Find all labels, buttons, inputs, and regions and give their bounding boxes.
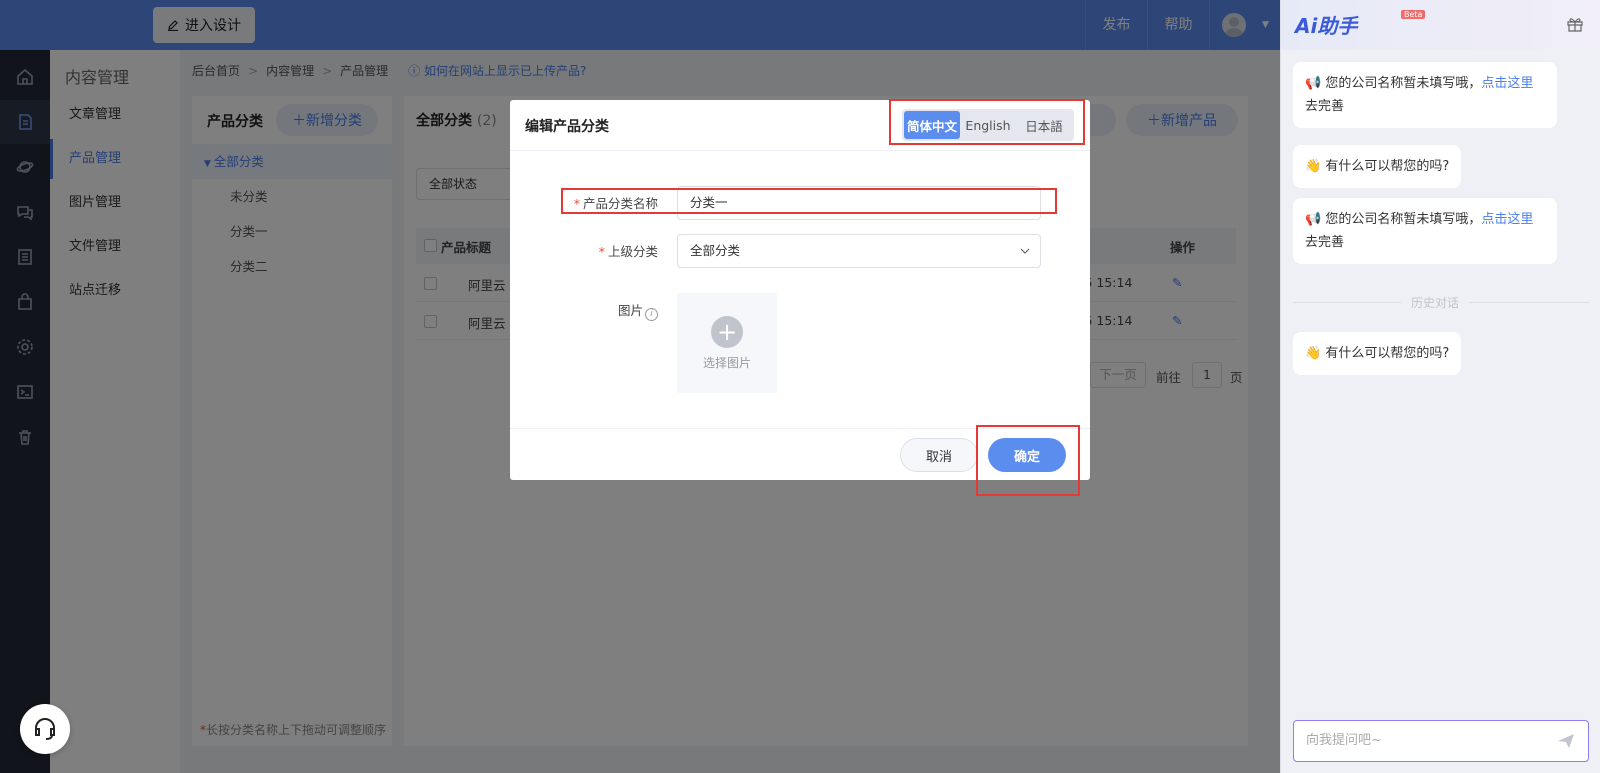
parent-label-text: 上级分类 — [607, 244, 658, 259]
highlight-language-switcher — [889, 99, 1085, 145]
ai-message-tail: 去完善 — [1305, 99, 1345, 114]
highlight-confirm-button — [976, 425, 1080, 496]
ai-message: 👋 有什么可以帮您的吗? — [1293, 145, 1462, 188]
complete-info-link[interactable]: 点击这里 — [1481, 76, 1533, 91]
dialog-header-divider — [510, 150, 1090, 151]
send-icon[interactable] — [1556, 731, 1576, 751]
chevron-down-icon — [1020, 248, 1030, 254]
ai-header: Ai助手 Beta — [1281, 0, 1600, 50]
megaphone-icon: 📢 — [1305, 76, 1326, 91]
parent-category-select[interactable]: 全部分类 — [677, 234, 1041, 268]
edit-category-dialog: 编辑产品分类 简体中文 English 日本語 * 产品分类名称 分类一 * 上级分… — [510, 100, 1090, 480]
ai-message-text: 有什么可以帮您的吗? — [1325, 346, 1450, 361]
beta-badge: Beta — [1401, 10, 1426, 19]
image-picker-label: 选择图片 — [702, 355, 751, 370]
info-icon[interactable]: i — [645, 308, 658, 321]
gift-icon[interactable] — [1565, 14, 1585, 34]
parent-category-value: 全部分类 — [690, 243, 741, 258]
image-picker[interactable]: + 选择图片 — [677, 293, 777, 393]
wave-hand-icon: 👋 — [1305, 346, 1326, 361]
required-mark: * — [598, 244, 605, 259]
ai-message-text: 有什么可以帮您的吗? — [1325, 159, 1450, 174]
image-label: 图片 i — [540, 300, 658, 321]
image-label-text: 图片 — [617, 303, 643, 318]
ai-message-text: 您的公司名称暂未填写哦， — [1325, 212, 1482, 227]
ai-assistant-panel: Ai助手 Beta 📢 您的公司名称暂未填写哦，点击这里去完善 👋 有什么可以帮… — [1280, 0, 1600, 773]
headset-icon — [35, 718, 55, 740]
megaphone-icon: 📢 — [1305, 212, 1326, 227]
plus-icon: + — [711, 315, 743, 348]
ai-input-placeholder: 向我提问吧~ — [1306, 733, 1382, 748]
ai-message: 📢 您的公司名称暂未填写哦，点击这里去完善 — [1293, 198, 1557, 264]
ai-message: 👋 有什么可以帮您的吗? — [1293, 332, 1462, 375]
highlight-name-field — [561, 188, 1057, 214]
ai-title: Ai助手 — [1295, 14, 1358, 38]
cancel-button[interactable]: 取消 — [900, 438, 978, 472]
ai-message: 📢 您的公司名称暂未填写哦，点击这里去完善 — [1293, 62, 1557, 128]
ai-message-tail: 去完善 — [1305, 235, 1345, 250]
ai-question-input[interactable]: 向我提问吧~ — [1293, 720, 1589, 762]
parent-label: * 上级分类 — [540, 241, 658, 260]
customer-support-button[interactable] — [20, 704, 70, 754]
history-divider-label: 历史对话 — [1401, 294, 1470, 311]
dialog-title: 编辑产品分类 — [525, 119, 609, 135]
ai-message-text: 您的公司名称暂未填写哦， — [1325, 76, 1482, 91]
wave-hand-icon: 👋 — [1305, 159, 1326, 174]
complete-info-link[interactable]: 点击这里 — [1481, 212, 1533, 227]
